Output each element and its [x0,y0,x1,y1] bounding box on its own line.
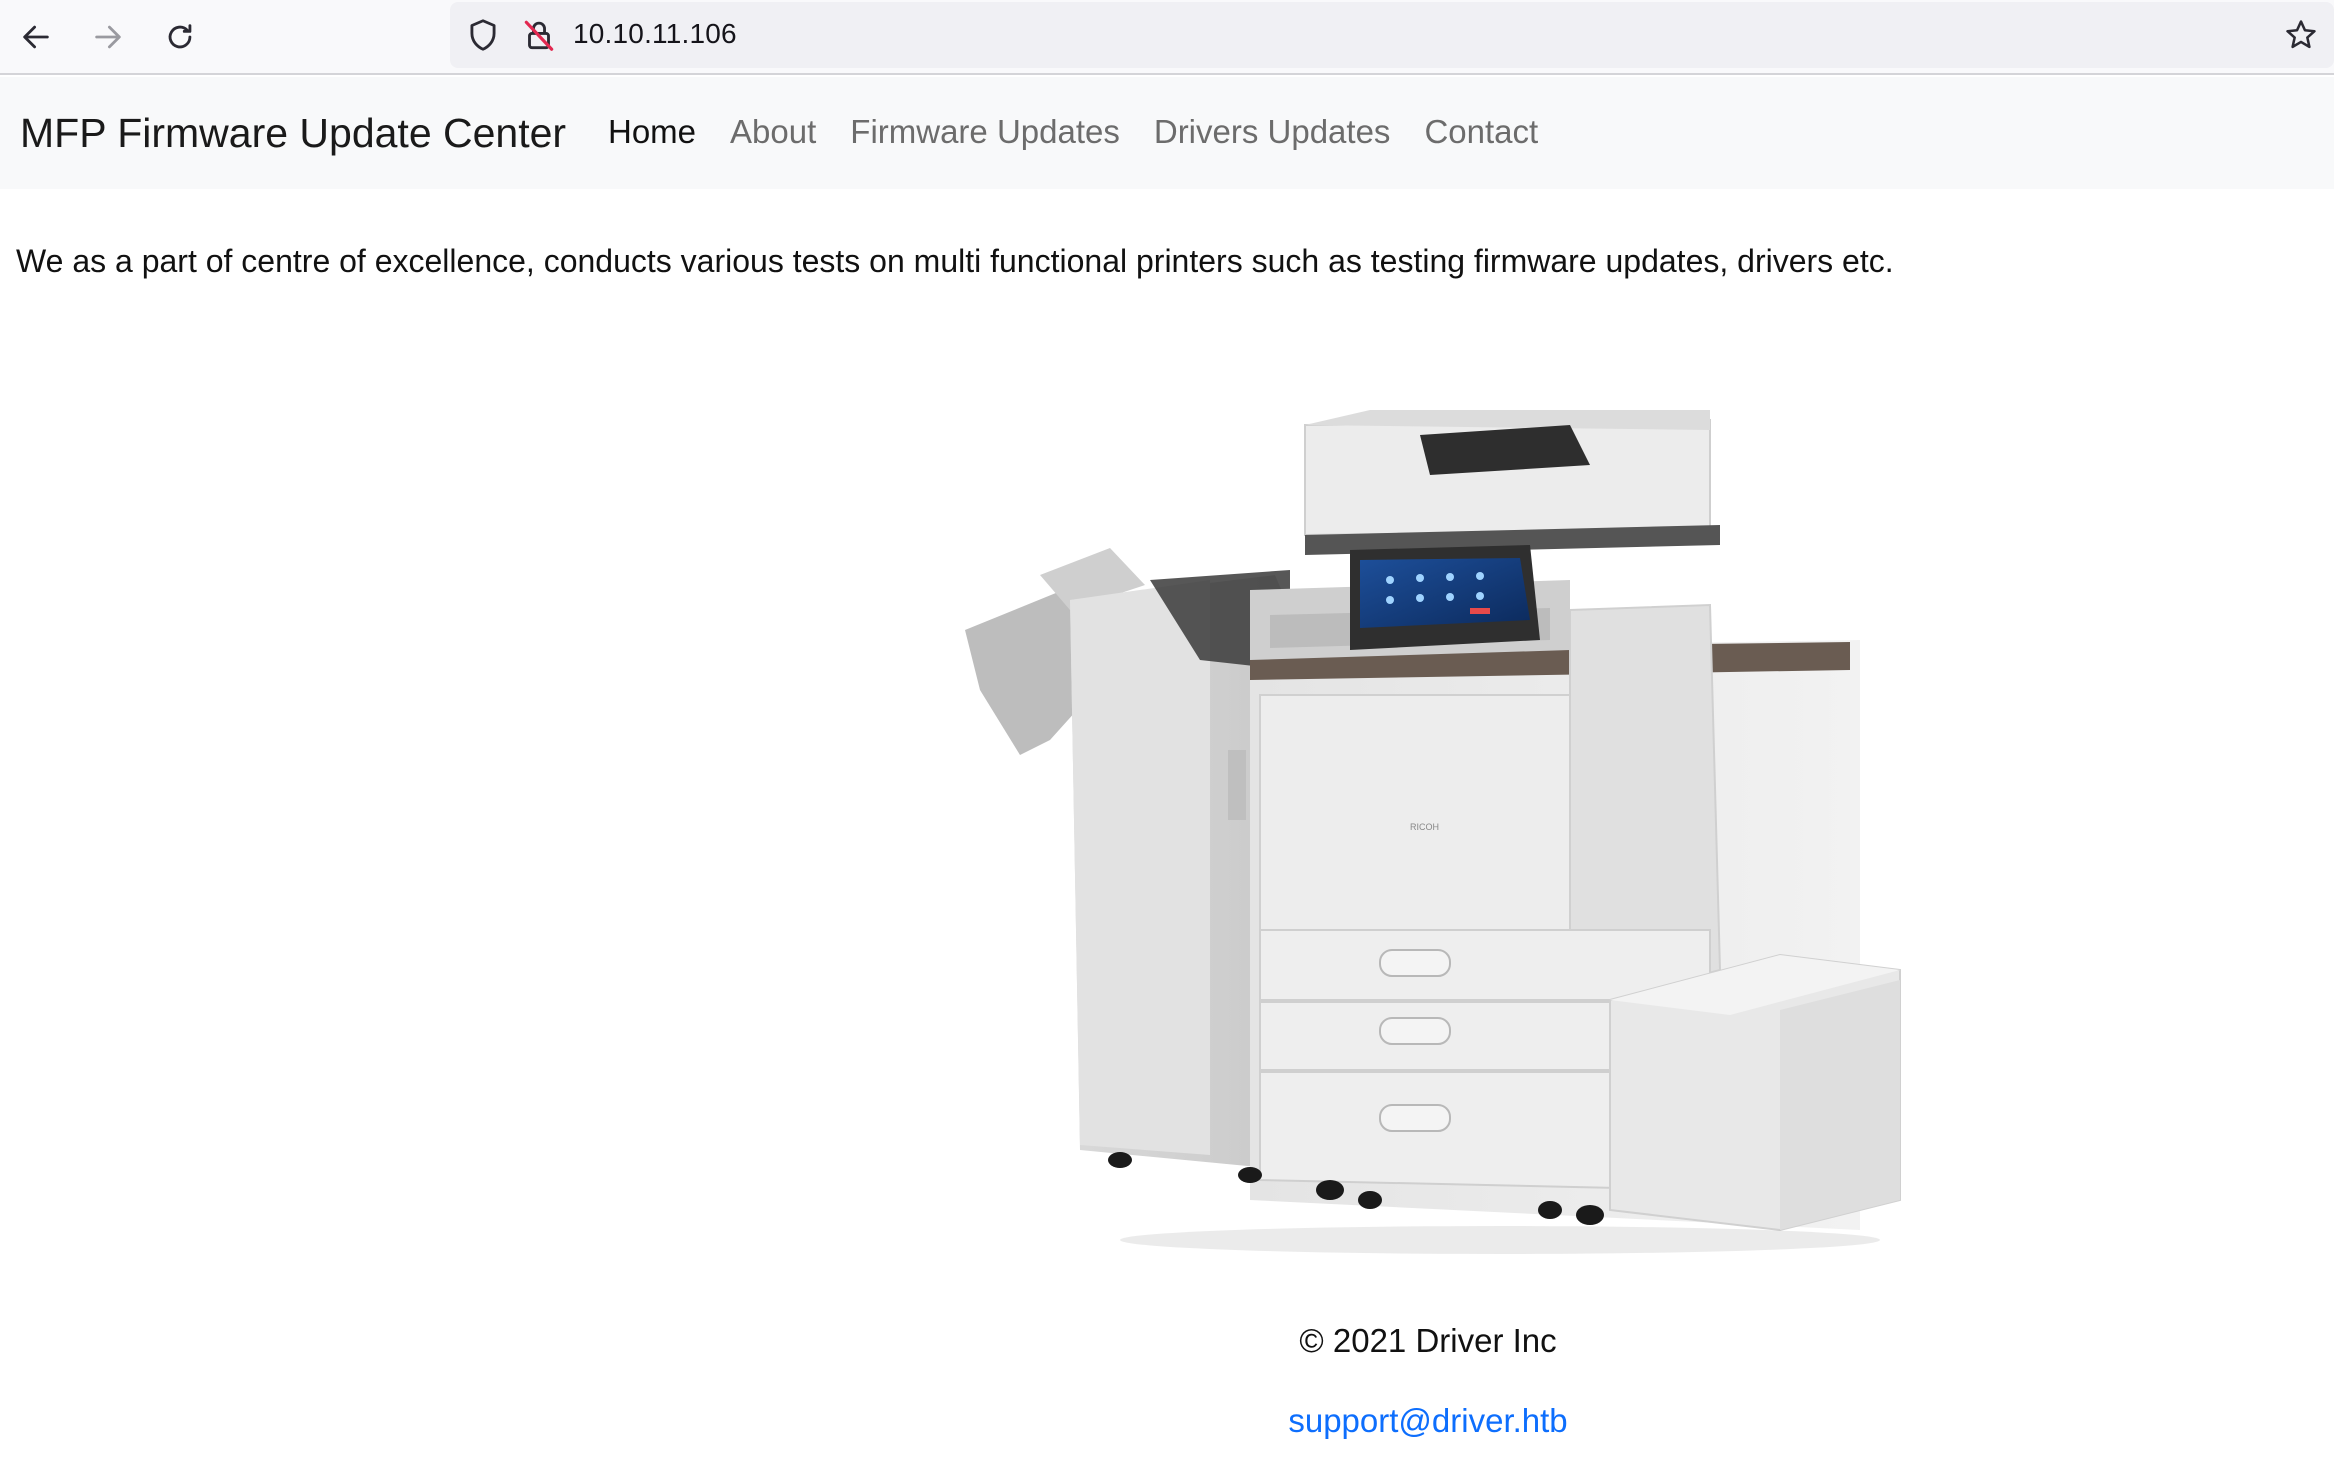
back-button[interactable] [11,12,61,62]
nav-home[interactable]: Home [608,113,696,151]
nav-contact[interactable]: Contact [1424,113,1538,151]
browser-toolbar: 10.10.11.106 [0,0,2334,75]
intro-text: We as a part of centre of excellence, co… [16,243,1894,279]
support-email-link[interactable]: support@driver.htb [0,1402,2334,1440]
insecure-lock-icon[interactable] [520,16,558,54]
svg-text:RICOH: RICOH [1410,822,1439,832]
nav-firmware-updates[interactable]: Firmware Updates [850,113,1120,151]
copyright-text: © 2021 Driver Inc [1299,1322,1557,1359]
shield-icon[interactable] [464,16,502,54]
nav-about[interactable]: About [730,113,816,151]
url-text[interactable]: 10.10.11.106 [573,18,737,50]
reload-icon [168,24,192,49]
url-bar[interactable]: 10.10.11.106 [450,2,2334,68]
arrow-right-icon [95,25,121,49]
forward-button[interactable] [83,12,133,62]
site-brand[interactable]: MFP Firmware Update Center [20,110,566,157]
star-icon[interactable] [2282,16,2320,54]
printer-image: RICOH [965,410,1901,1254]
nav-drivers-updates[interactable]: Drivers Updates [1154,113,1391,151]
site-navbar: MFP Firmware Update Center Home About Fi… [0,77,2334,189]
arrow-left-icon [23,25,49,49]
nav-links: Home About Firmware Updates Drivers Upda… [608,113,1572,151]
reload-button[interactable] [155,12,205,62]
